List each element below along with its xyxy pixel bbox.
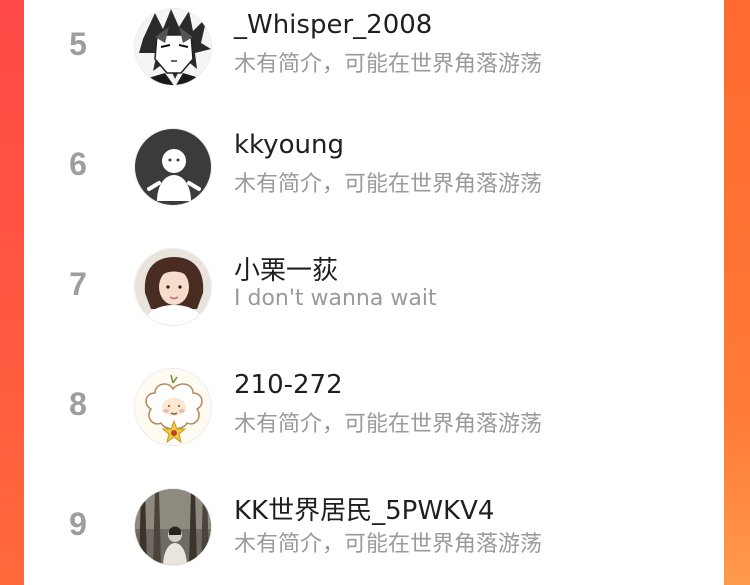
girl-portrait-avatar[interactable] [134,248,212,326]
user-bio: 木有简介，可能在世界角落游荡 [234,172,543,197]
ranking-list: 5 _Whisper_2008 木有简介，可能在世界角落游荡 6 kkyoung… [24,0,724,585]
username[interactable]: 210-272 [234,370,343,400]
user-bio: 木有简介，可能在世界角落游荡 [234,532,543,557]
user-bio: 木有简介，可能在世界角落游荡 [234,412,543,437]
right-gradient-border [724,0,750,585]
list-item[interactable]: 5 _Whisper_2008 木有简介，可能在世界角落游荡 [24,0,724,98]
username[interactable]: kkyoung [234,130,344,160]
user-bio: 木有简介，可能在世界角落游荡 [234,52,543,77]
rank-number: 6 [69,146,87,182]
list-item[interactable]: 7 小栗一荻 I don't wanna wait [24,238,724,338]
rank-number: 9 [69,506,87,542]
rank-number: 7 [69,266,87,302]
user-bio: I don't wanna wait [234,286,437,311]
username[interactable]: 小栗一荻 [234,250,338,287]
left-gradient-border [0,0,24,585]
list-item[interactable]: 8 210-272 木有简介，可能在世界角落游荡 [24,358,724,458]
default-ghost-avatar[interactable] [134,128,212,206]
cartoon-sheep-avatar[interactable] [134,368,212,446]
list-item[interactable]: 6 kkyoung 木有简介，可能在世界角落游荡 [24,118,724,218]
username[interactable]: KK世界居民_5PWKV4 [234,490,494,527]
username[interactable]: _Whisper_2008 [234,10,432,40]
anime-character-avatar[interactable] [134,8,212,86]
rank-number: 5 [69,26,87,62]
forest-photo-avatar[interactable] [134,488,212,566]
rank-number: 8 [69,386,87,422]
list-item[interactable]: 9 KK世界居民_5PWKV4 木有简介，可能在世界角落游荡 [24,478,724,578]
